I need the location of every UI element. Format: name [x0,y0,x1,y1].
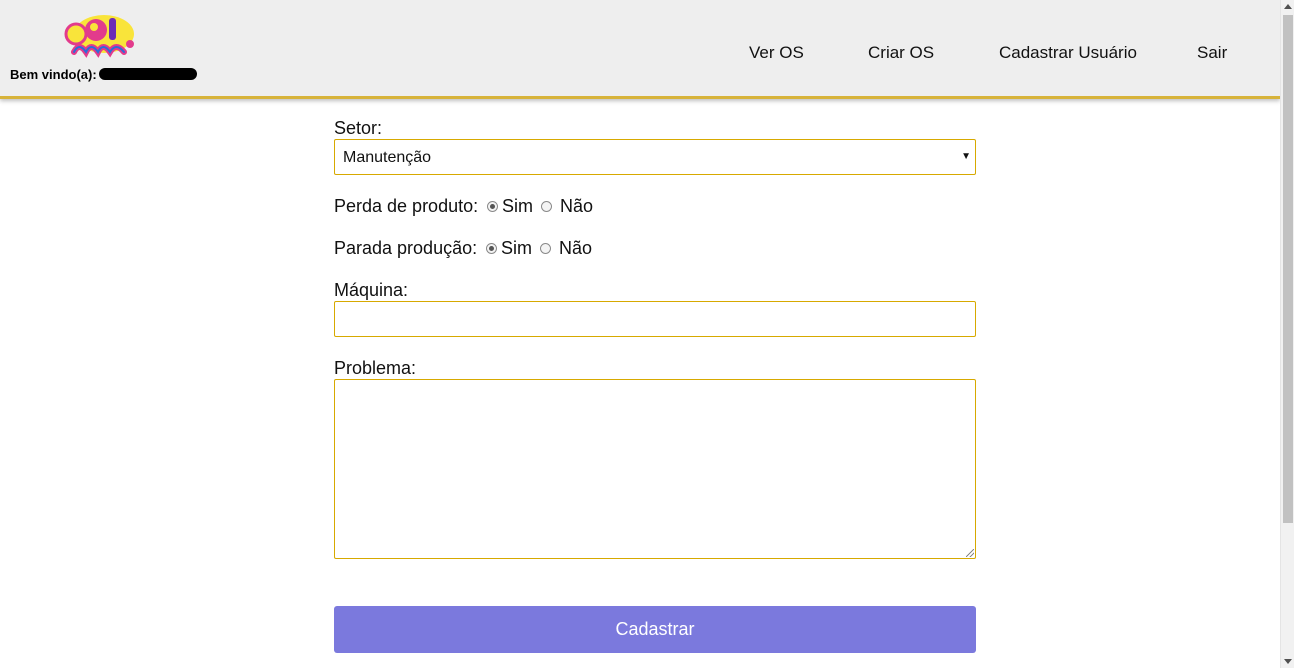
perda-sim-label[interactable]: Sim [502,196,533,217]
perda-produto-label: Perda de produto: [334,196,479,216]
header: Bem vindo(a): Ver OS Criar OS Cadastrar … [0,0,1280,99]
perda-sim-radio[interactable] [487,201,498,212]
resize-handle-icon[interactable] [966,549,974,557]
page: Bem vindo(a): Ver OS Criar OS Cadastrar … [0,0,1280,668]
redacted-username [98,68,197,80]
parada-nao-label[interactable]: Não [559,238,592,259]
problema-label: Problema: [334,358,417,378]
cadastrar-button[interactable]: Cadastrar [334,606,976,653]
setor-selected-value: Manutenção [343,149,432,166]
main-nav: Ver OS Criar OS Cadastrar Usuário Sair [0,43,1280,65]
parada-sim-label[interactable]: Sim [501,238,532,259]
welcome-message: Bem vindo(a): [10,67,197,82]
parada-producao-group: Parada produção: Sim Não [334,238,976,260]
parada-nao-radio[interactable] [540,243,551,254]
nav-ver-os[interactable]: Ver OS [749,43,804,63]
problema-textarea[interactable] [334,379,976,559]
parada-sim-radio[interactable] [486,243,497,254]
welcome-label: Bem vindo(a): [10,67,97,82]
maquina-label: Máquina: [334,280,409,300]
setor-label: Setor: [334,118,383,138]
perda-produto-group: Perda de produto: Sim Não [334,196,976,218]
setor-select[interactable]: Manutenção ▼ [334,139,976,175]
vertical-scrollbar[interactable] [1280,0,1294,668]
chevron-down-icon: ▼ [961,151,971,162]
maquina-input[interactable] [334,301,976,337]
perda-nao-label[interactable]: Não [560,196,593,217]
nav-cadastrar-usuario[interactable]: Cadastrar Usuário [999,43,1137,63]
parada-producao-label: Parada produção: [334,238,478,258]
nav-criar-os[interactable]: Criar OS [868,43,934,63]
perda-nao-radio[interactable] [541,201,552,212]
nav-sair[interactable]: Sair [1197,43,1227,63]
scroll-up-icon[interactable] [1284,4,1292,9]
scrollbar-thumb[interactable] [1283,15,1293,523]
scroll-down-icon[interactable] [1284,659,1292,664]
